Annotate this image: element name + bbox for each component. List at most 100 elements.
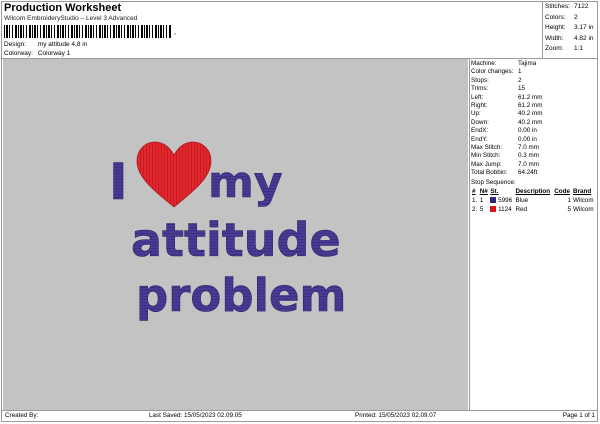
footer-page: Page 1 of 1 [562, 412, 595, 419]
row-needle: 5 [479, 206, 484, 214]
info-row: Trims: 15 [471, 85, 596, 93]
letter-i: I [109, 153, 128, 211]
summary-label: Colors: [545, 13, 566, 21]
summary-stats: Stitches: 7122 Colors: 2 Height: 3.17 in Wi… [545, 2, 594, 55]
info-value: 61.2 mm [518, 93, 543, 101]
info-label: Min Stitch: [471, 152, 501, 160]
info-label: Trims: [471, 85, 489, 93]
info-value: 0.00 in [518, 135, 537, 143]
info-row: Max Stitch: 7.0 mm [471, 144, 596, 152]
info-value: 7.0 mm [518, 144, 539, 152]
info-row: Up: 40.2 mm [471, 110, 596, 118]
info-value: 0.00 in [518, 127, 537, 135]
info-row: Down: 40.2 mm [471, 119, 596, 127]
footer-last-saved: Last Saved: 15/05/2023 02.09.05 [149, 412, 242, 419]
summary-row: Height: 3.17 in [545, 23, 594, 34]
row-stitches: 1124 [489, 206, 514, 215]
row-stitch-count: 5996 [498, 197, 513, 205]
col-header-stitches: St. [490, 188, 499, 196]
table-header-row: # N# St. Description Code Brand [471, 188, 596, 197]
footer: Created By: Last Saved: 15/05/2023 02.09… [3, 412, 597, 421]
row-brand: Wilcom [573, 206, 594, 214]
info-value: 7.0 mm [518, 160, 539, 168]
footer-top-rule [1, 410, 598, 411]
row-description: Blue [515, 197, 529, 205]
summary-value: 4.82 in [574, 34, 594, 42]
row-number: 2. [472, 206, 478, 214]
col-header-number: # [472, 188, 476, 196]
summary-row: Stitches: 7122 [545, 2, 594, 13]
info-value: 61.2 mm [518, 102, 543, 110]
table-row: 1. 1 5996 Blue 1 Wilcom [471, 197, 596, 206]
info-label: Up: [471, 110, 481, 118]
info-value: 2 [518, 76, 522, 84]
barcode [4, 25, 172, 38]
line-my: my [208, 157, 283, 208]
summary-value: 3.17 in [574, 24, 594, 31]
info-row: Total Bobbin: 64.24ft [471, 169, 596, 177]
row-code: 1 [567, 197, 572, 205]
summary-label: Stitches: [545, 3, 570, 10]
info-label: Right: [471, 102, 488, 110]
color-swatch [490, 206, 497, 213]
summary-value: 2 [574, 13, 578, 21]
info-label: Color changes: [471, 68, 514, 76]
info-value: 64.24ft [518, 169, 538, 177]
barcode-mark: , [174, 29, 176, 36]
colorway-value: Colorway 1 [37, 50, 71, 57]
info-row: EndY: 0.00 in [471, 136, 596, 144]
info-label: EndY: [471, 135, 488, 143]
info-row: Color changes: 1 [471, 68, 596, 76]
table-row: 2. 5 1124 Red 5 Wilcom [471, 206, 596, 215]
info-label: Left: [471, 93, 484, 101]
machine-info-panel: Machine: Tajima Color changes: 1 Stops: 2 T… [471, 60, 596, 215]
footer-created-by: Created By: [5, 412, 39, 419]
info-row: Machine: Tajima [471, 60, 596, 68]
info-row: Min Stitch: 0.3 mm [471, 152, 596, 160]
row-description: Red [515, 206, 528, 214]
summary-label: Width: [545, 34, 564, 42]
info-value: 0.3 mm [518, 152, 539, 160]
info-label: Max Stitch: [471, 144, 503, 152]
stop-sequence-title: Stop Sequence: [471, 178, 516, 186]
footer-printed: Printed: 15/05/2023 02.09.07 [355, 412, 437, 419]
info-row: Max Jump: 7.0 mm [471, 161, 596, 169]
page-title: Production Worksheet [4, 2, 122, 14]
info-label: Total Bobbin: [471, 169, 508, 177]
info-row: Left: 61.2 mm [471, 94, 596, 102]
design-value: my attitude 4,8 in [37, 41, 88, 48]
info-label: Down: [471, 118, 489, 126]
row-stitches: 5996 [489, 197, 514, 206]
color-swatch [490, 197, 497, 204]
design-artwork: I my attitude problem [109, 141, 347, 322]
info-label: Machine: [471, 60, 497, 67]
summary-row: Zoom: 1:1 [545, 44, 594, 55]
summary-row: Colors: 2 [545, 13, 594, 24]
design-line: Design: my attitude 4,8 in [4, 41, 87, 48]
design-label: Design: [4, 41, 27, 48]
summary-label: Zoom: [545, 45, 564, 52]
panel-divider [469, 58, 470, 410]
header-divider [542, 1, 543, 58]
row-stitch-count: 1124 [498, 206, 512, 214]
colorway-label: Colorway: [4, 50, 33, 57]
line-problem: problem [136, 269, 346, 322]
info-row: EndX: 0.00 in [471, 127, 596, 135]
summary-label: Height: [545, 24, 566, 31]
info-label: Stops: [471, 76, 489, 84]
colorway-line: Colorway: Colorway 1 [4, 50, 70, 57]
info-value: 1 [518, 68, 522, 76]
info-value: 15 [518, 85, 526, 93]
info-value: Tajima [518, 60, 537, 67]
info-label: EndX: [471, 127, 489, 135]
line-attitude: attitude [131, 213, 341, 267]
info-value: 40.2 mm [518, 118, 543, 126]
col-header-description: Description [515, 188, 551, 196]
software-subtitle: Wilcom EmbroideryStudio – Level 3 Advanc… [4, 15, 138, 22]
col-header-brand: Brand [573, 188, 592, 196]
info-label: Max Jump: [471, 160, 502, 168]
summary-row: Width: 4.82 in [545, 34, 594, 45]
info-row: Right: 61.2 mm [471, 102, 596, 110]
design-preview-canvas: I my attitude problem [3, 59, 468, 410]
heart-icon [136, 141, 212, 208]
